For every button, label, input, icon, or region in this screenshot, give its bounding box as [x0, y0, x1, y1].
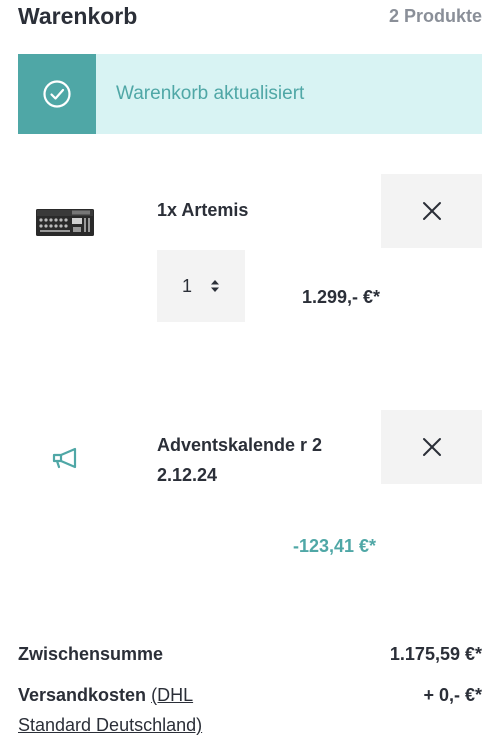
product-count: 2 Produkte — [388, 5, 482, 26]
subtotal-row: Zwischensumme 1.175,59 €* — [18, 644, 482, 665]
shipping-label: Versandkosten — [18, 685, 147, 705]
subtotal-value: 1.175,59 €* — [389, 644, 482, 664]
remove-item-button[interactable] — [381, 174, 482, 248]
success-banner: Warenkorb aktualisiert — [18, 54, 482, 134]
close-icon — [422, 438, 441, 456]
promotion-thumbnail — [50, 444, 82, 472]
close-icon — [422, 202, 441, 220]
sort-arrows-icon — [210, 279, 220, 293]
discount-price: -123,41 €* — [293, 536, 377, 556]
page-title: Warenkorb — [18, 2, 138, 29]
banner-message: Warenkorb aktualisiert — [116, 83, 305, 104]
shipping-row: Versandkosten (DHL Standard Deutschland)… — [18, 680, 482, 740]
remove-item-button[interactable] — [381, 410, 482, 484]
shipping-label-group: Versandkosten (DHL Standard Deutschland) — [18, 680, 248, 740]
banner-icon-box — [18, 54, 96, 134]
shipping-value: + 0,- €* — [423, 685, 482, 705]
item-price: 1.299,- €* — [302, 287, 381, 307]
item-name: Adventskalende r 22.12.24 — [157, 435, 323, 485]
cart-header: Warenkorb 2 Produkte — [18, 0, 482, 32]
cart-page: Warenkorb 2 Produkte Warenkorb aktualisi… — [0, 0, 500, 756]
synthesizer-product-image — [36, 209, 94, 236]
item-name[interactable]: 1x Artemis — [157, 195, 327, 225]
quantity-value: 1 — [181, 275, 192, 296]
check-circle-icon — [43, 80, 71, 108]
quantity-select[interactable]: 1 — [157, 250, 245, 322]
product-image[interactable] — [36, 206, 94, 238]
subtotal-label: Zwischensumme — [18, 644, 164, 664]
megaphone-icon — [52, 447, 77, 469]
